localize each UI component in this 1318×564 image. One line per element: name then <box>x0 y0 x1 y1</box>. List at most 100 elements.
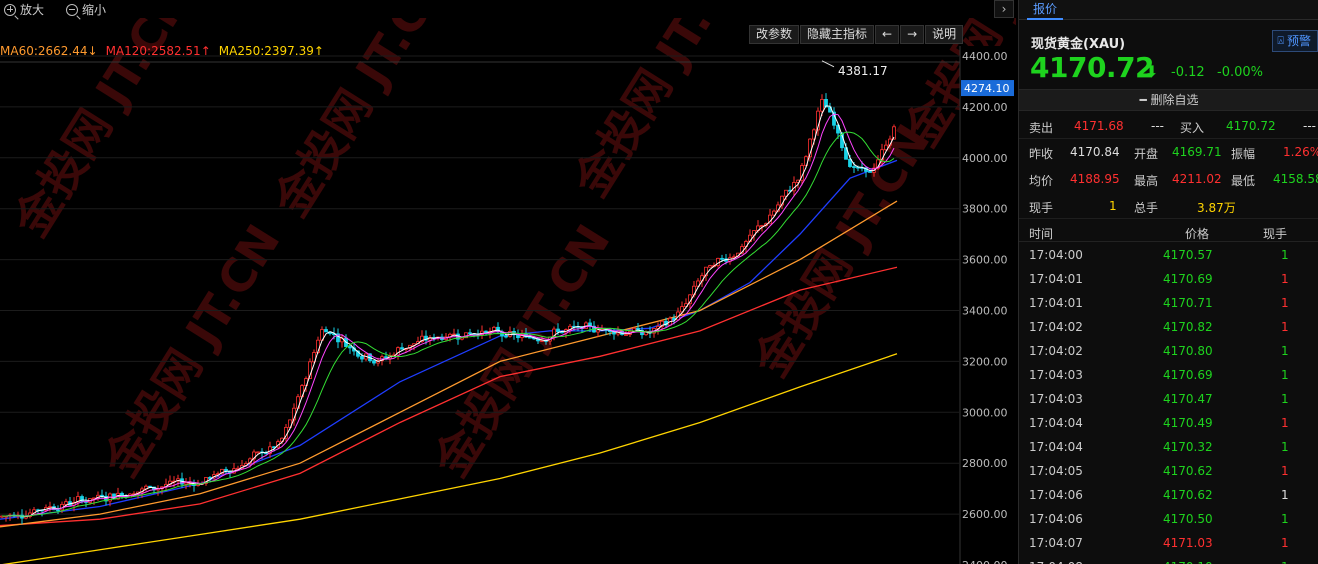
y-tick-label: 4000.00 <box>962 152 1008 165</box>
tick-volume: 1 <box>1281 392 1289 406</box>
edit-params-button[interactable]: 改参数 <box>749 25 800 44</box>
tick-row: 17:04:03 4170.47 1 <box>1019 387 1318 411</box>
tick-price: 4170.71 <box>1163 296 1213 310</box>
buy-label: 买入 <box>1180 121 1205 135</box>
tab-quote[interactable]: 报价 <box>1027 0 1064 20</box>
total-vol-label: 总手 <box>1134 201 1159 215</box>
tick-price-header: 价格 <box>1185 227 1210 241</box>
tick-time: 17:04:05 <box>1029 464 1083 478</box>
avg-label: 均价 <box>1029 174 1054 188</box>
open-value: 4169.71 <box>1172 145 1222 159</box>
low-value: 4158.58 <box>1273 172 1318 186</box>
tick-time: 17:04:02 <box>1029 344 1083 358</box>
tick-volume: 1 <box>1281 536 1289 550</box>
prev-close-value: 4170.84 <box>1070 145 1120 159</box>
high-annotation-label: 4381.17 <box>838 64 888 78</box>
tick-price: 4171.03 <box>1163 536 1213 550</box>
tick-time: 17:04:06 <box>1029 488 1083 502</box>
tick-volume: 1 <box>1281 488 1289 502</box>
high-value: 4211.02 <box>1172 172 1222 186</box>
sell-label: 卖出 <box>1029 121 1054 135</box>
tick-time: 17:04:04 <box>1029 416 1083 430</box>
chart-button-bar: 改参数 隐藏主指标 ← → 说明 <box>749 25 964 44</box>
candle-body <box>360 355 364 360</box>
candle-body <box>624 334 628 336</box>
hide-indicator-button[interactable]: 隐藏主指标 <box>800 25 875 44</box>
tick-price: 4170.80 <box>1163 344 1213 358</box>
zoom-out-label: 缩小 <box>82 3 107 17</box>
scroll-left-button[interactable]: ← <box>875 25 900 44</box>
stats-row-3: 现手 1 总手 3.87万 <box>1019 193 1318 219</box>
tick-price: 4170.62 <box>1163 488 1213 502</box>
candle-body <box>528 336 532 339</box>
tick-price: 4170.50 <box>1163 512 1213 526</box>
tick-price: 4170.10 <box>1163 560 1213 564</box>
quote-panel: 报价 现货黄金(XAU) ⍓ 预警 4170.72 ⬇ -0.12 -0.00%… <box>1018 0 1318 564</box>
tick-volume: 1 <box>1281 512 1289 526</box>
zoom-in-button[interactable]: 放大 <box>4 1 44 18</box>
instrument-name: 现货黄金(XAU) <box>1031 37 1126 52</box>
ma60-label: MA60:2662.44↓ <box>0 44 98 58</box>
candle-body <box>348 346 352 349</box>
kline-chart[interactable]: 金投网 JT.CN 金投网 JT.CN 金投网 JT.CN金投网 JT.CN 金投网 … <box>0 0 1016 564</box>
tick-volume: 1 <box>1281 248 1289 262</box>
tick-price: 4170.69 <box>1163 272 1213 286</box>
candle-body <box>596 329 600 333</box>
chart-background <box>0 0 1016 564</box>
tick-row: 17:04:01 4170.69 1 <box>1019 267 1318 291</box>
tick-volume: 1 <box>1281 368 1289 382</box>
kline-chart-panel[interactable]: 金投网 JT.CN 金投网 JT.CN 金投网 JT.CN 金投网 JT.CN 金投网 … <box>0 0 1016 564</box>
bid-ask-row: 卖出 4171.68 --- 买入 4170.72 --- <box>1019 113 1318 139</box>
remove-favorite-label: 删除自选 <box>1150 93 1199 107</box>
tick-price: 4170.32 <box>1163 440 1213 454</box>
tick-time: 17:04:03 <box>1029 368 1083 382</box>
candle-body <box>400 347 404 350</box>
y-tick-label: 2600.00 <box>962 508 1008 521</box>
tick-time: 17:04:08 <box>1029 560 1083 564</box>
price-change-pct: -0.00% <box>1217 65 1263 80</box>
alert-button[interactable]: ⍓ 预警 <box>1272 30 1318 52</box>
current-vol-value: 1 <box>1109 199 1117 213</box>
tick-row: 17:04:06 4170.62 1 <box>1019 483 1318 507</box>
tick-time-header: 时间 <box>1029 227 1054 241</box>
ma-legend: MA60:2662.44↓ MA120:2582.51↑ MA250:2397.… <box>0 44 324 60</box>
prev-close-label: 昨收 <box>1029 147 1054 161</box>
y-tick-label: 2800.00 <box>962 457 1008 470</box>
bell-icon: ⍓ <box>1277 34 1284 47</box>
tick-row: 17:04:04 4170.32 1 <box>1019 435 1318 459</box>
candle-body <box>48 506 52 509</box>
y-tick-label: 3000.00 <box>962 406 1008 419</box>
zoom-out-button[interactable]: 缩小 <box>66 1 106 18</box>
help-button[interactable]: 说明 <box>925 25 964 44</box>
tick-price: 4170.57 <box>1163 248 1213 262</box>
y-tick-label: 3200.00 <box>962 355 1008 368</box>
scroll-right-button[interactable]: → <box>900 25 925 44</box>
tick-row: 17:04:03 4170.69 1 <box>1019 363 1318 387</box>
current-price-label: 4274.10 <box>964 82 1010 95</box>
ma120-label: MA120:2582.51↑ <box>105 44 211 58</box>
tick-row: 17:04:06 4170.50 1 <box>1019 507 1318 531</box>
tick-time: 17:04:03 <box>1029 392 1083 406</box>
chevron-right-icon[interactable]: › <box>994 0 1014 18</box>
zoom-in-label: 放大 <box>20 3 45 17</box>
tick-row: 17:04:00 4170.57 1 <box>1019 243 1318 267</box>
down-arrow-icon: ⬇ <box>1145 62 1159 81</box>
candle-body <box>852 166 856 168</box>
tick-row: 17:04:05 4170.62 1 <box>1019 459 1318 483</box>
tick-price: 4170.49 <box>1163 416 1213 430</box>
tick-list[interactable]: 17:04:00 4170.57 1 17:04:01 4170.69 1 17:04:01… <box>1019 243 1318 564</box>
candle-body <box>324 329 328 333</box>
tick-row: 17:04:08 4170.10 1 <box>1019 555 1318 564</box>
remove-favorite-button[interactable]: ━ 删除自选 <box>1019 89 1318 111</box>
candle-body <box>820 98 824 112</box>
candle-body <box>256 451 260 454</box>
candle-body <box>468 332 472 335</box>
tick-volume: 1 <box>1281 464 1289 478</box>
tick-price: 4170.62 <box>1163 464 1213 478</box>
tick-row: 17:04:02 4170.80 1 <box>1019 339 1318 363</box>
y-tick-label: 2400.00 <box>962 559 1008 564</box>
buy-volume: --- <box>1303 119 1316 133</box>
tick-row: 17:04:02 4170.82 1 <box>1019 315 1318 339</box>
quote-tabbar: 报价 <box>1019 0 1318 20</box>
tick-time: 17:04:04 <box>1029 440 1083 454</box>
